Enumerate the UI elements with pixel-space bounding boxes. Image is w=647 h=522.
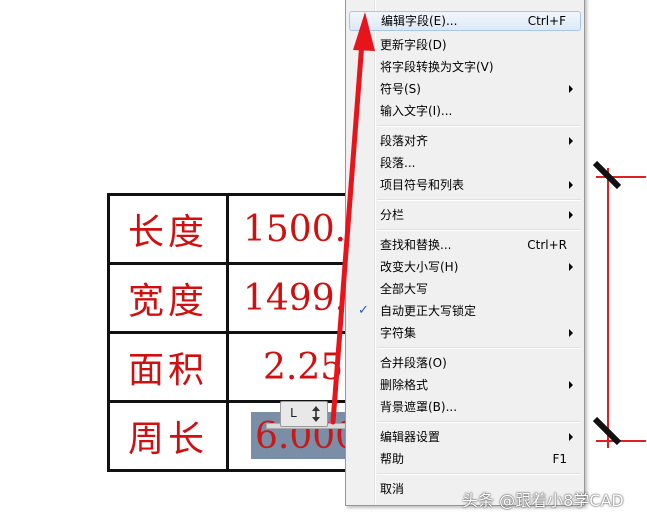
- menu-item-remove-formatting[interactable]: 删除格式: [349, 375, 581, 395]
- menu-item-paragraph-align[interactable]: 段落对齐: [349, 131, 581, 151]
- menu-separator: [377, 125, 581, 127]
- menu-item-label: 字符集: [380, 326, 417, 340]
- menu-item-import-text[interactable]: 输入文字(I)...: [349, 101, 581, 121]
- table-cell-label: 周长: [107, 400, 229, 472]
- menu-shortcut: Ctrl+R: [527, 238, 567, 252]
- menu-item-label: 查找和替换...: [380, 238, 452, 252]
- watermark-text: 头条 @跟着小8学CAD: [462, 491, 624, 510]
- table-cell-label: 宽度: [107, 262, 229, 334]
- submenu-arrow-icon: [569, 85, 573, 93]
- submenu-arrow-icon: [569, 181, 573, 189]
- menu-item-label: 删除格式: [380, 378, 429, 392]
- menu-item-label: 分栏: [380, 208, 405, 222]
- menu-item-label: 合并段落(O): [380, 356, 447, 370]
- submenu-arrow-icon: [569, 381, 573, 389]
- context-menu: 编辑字段(E)... Ctrl+F 更新字段(D) 将字段转换为文字(V) 符号…: [345, 0, 585, 506]
- checkmark-icon: ✓: [358, 303, 369, 318]
- menu-item-label: 全部大写: [380, 282, 429, 296]
- menu-item-paragraph[interactable]: 段落...: [349, 153, 581, 173]
- menu-item-label: 将字段转换为文字(V): [380, 60, 494, 74]
- menu-item-label: 取消: [380, 482, 405, 496]
- menu-item-bullets[interactable]: 项目符号和列表: [349, 175, 581, 195]
- menu-item-label: 编辑字段(E)...: [381, 14, 458, 28]
- menu-item-label: 自动更正大写锁定: [380, 304, 477, 318]
- menu-item-edit-field[interactable]: 编辑字段(E)... Ctrl+F: [349, 11, 581, 31]
- menu-item-update-field[interactable]: 更新字段(D): [349, 35, 581, 55]
- menu-shortcut: Ctrl+F: [527, 14, 566, 28]
- submenu-arrow-icon: [569, 433, 573, 441]
- menu-item-help[interactable]: 帮助 F1: [349, 449, 581, 469]
- submenu-arrow-icon: [569, 211, 573, 219]
- menu-item-label: 项目符号和列表: [380, 178, 465, 192]
- menu-separator: [377, 199, 581, 201]
- menu-item-label: 编辑器设置: [380, 430, 441, 444]
- menu-separator: [377, 473, 581, 475]
- menu-item-all-caps[interactable]: 全部大写: [349, 279, 581, 299]
- menu-item-background-mask[interactable]: 背景遮罩(B)...: [349, 397, 581, 417]
- menu-item-combine-paragraphs[interactable]: 合并段落(O): [349, 353, 581, 373]
- menu-item-label: 背景遮罩(B)...: [380, 400, 458, 414]
- menu-item-label: 符号(S): [380, 82, 421, 96]
- table-cell-label: 面积: [107, 331, 229, 403]
- table-cell-label: 长度: [107, 193, 229, 265]
- menu-item-label: 改变大小写(H): [380, 260, 459, 274]
- menu-item-columns[interactable]: 分栏: [349, 205, 581, 225]
- menu-item-label: 段落...: [380, 156, 416, 170]
- menu-item-label: 段落对齐: [380, 134, 429, 148]
- menu-separator: [377, 347, 581, 349]
- menu-item-change-case[interactable]: 改变大小写(H): [349, 257, 581, 277]
- menu-separator: [377, 421, 581, 423]
- menu-item-find-replace[interactable]: 查找和替换... Ctrl+R: [349, 235, 581, 255]
- tab-stop-icon[interactable]: L: [290, 406, 297, 420]
- submenu-arrow-icon: [569, 263, 573, 271]
- menu-item-convert-field[interactable]: 将字段转换为文字(V): [349, 57, 581, 77]
- menu-item-label: 输入文字(I)...: [380, 104, 453, 118]
- menu-item-label: 更新字段(D): [380, 38, 447, 52]
- submenu-arrow-icon: [569, 137, 573, 145]
- dimension-line: [607, 168, 609, 448]
- menu-item-charset[interactable]: 字符集: [349, 323, 581, 343]
- menu-shortcut: F1: [552, 452, 567, 466]
- menu-item-symbol[interactable]: 符号(S): [349, 79, 581, 99]
- menu-separator: [377, 229, 581, 231]
- menu-item-autocorrect-caps[interactable]: ✓ 自动更正大写锁定: [349, 301, 581, 321]
- menu-item-editor-settings[interactable]: 编辑器设置: [349, 427, 581, 447]
- resize-arrows-icon[interactable]: [309, 405, 323, 423]
- submenu-arrow-icon: [569, 329, 573, 337]
- ruler-handle[interactable]: L: [280, 401, 328, 427]
- menu-item-label: 帮助: [380, 452, 405, 466]
